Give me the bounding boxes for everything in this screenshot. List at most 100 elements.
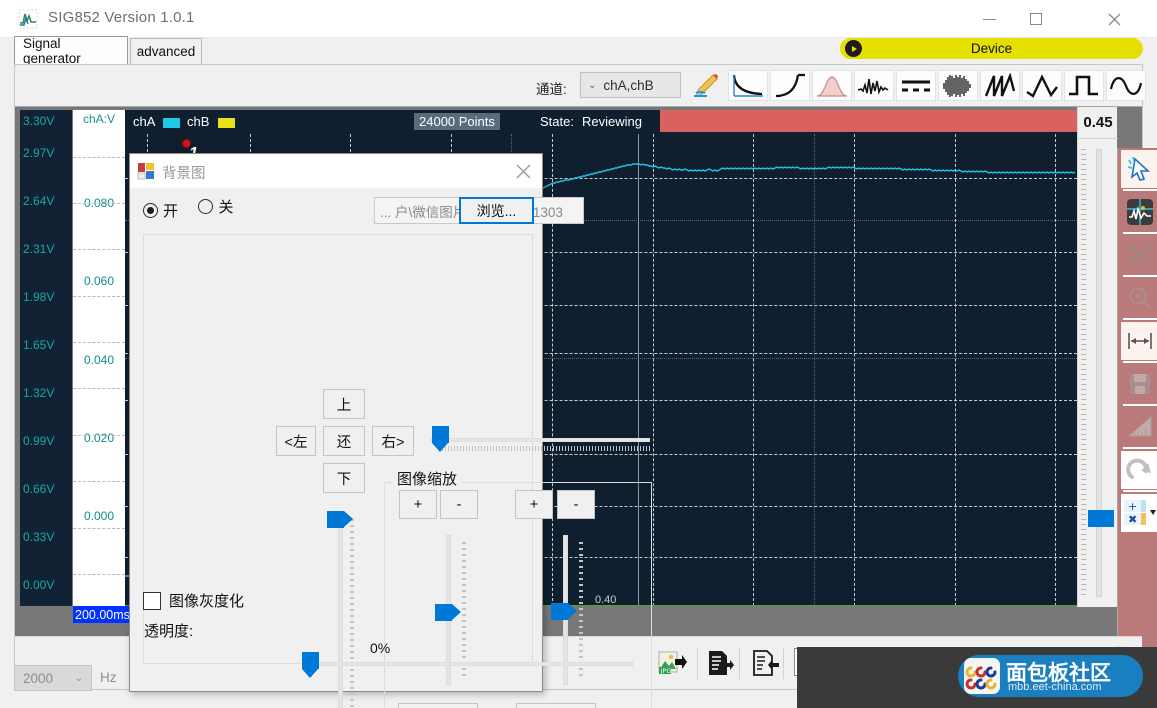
zoom-x-plus-button[interactable]: + [399,490,437,519]
background-toggle-radios: 开 关 [143,196,249,222]
zoom-y-thumb[interactable] [551,603,577,620]
zoom-x-ticks [462,542,466,680]
x-axis-reset-button[interactable]: X轴还原 [398,703,478,708]
grayscale-label: 图像灰度化 [169,593,245,610]
dashed-line-icon[interactable] [896,70,936,101]
vertical-scroll-thumb[interactable] [1088,510,1114,527]
window-title: SIG852 Version 1.0.1 [48,9,195,26]
zoom-x-minus-button[interactable]: - [440,490,478,519]
vertical-scale-ticks [1081,149,1086,597]
redo-arrow-icon[interactable] [1121,451,1157,489]
radio-on[interactable]: 开 [143,200,178,221]
application-window: SIG852 Version 1.0.1 Signal generator ad… [0,0,1157,708]
pencil-edit-icon[interactable] [686,70,726,101]
tab-advanced[interactable]: advanced [130,38,202,64]
add-remove-icon[interactable]: + ✖ [1121,494,1157,532]
y-axis-reset-button[interactable]: Y轴还原 [516,703,596,708]
voltage-axis: 3.30V 2.97V 2.64V 2.31V 1.98V 1.65V 1.32… [20,110,72,606]
svg-text:+: + [1128,500,1137,513]
chpanel-tick: 0.020 [83,431,115,445]
transparency-label: 透明度: [144,623,194,640]
horizontal-position-track[interactable] [430,438,650,442]
browse-button[interactable]: 浏览... [459,197,534,224]
vaxis-tick: 2.97V [23,146,55,160]
vaxis-tick: 0.00V [23,578,55,592]
tab-advanced-label: advanced [136,44,196,59]
dialog-title-bar: 背景图 [130,154,542,188]
frequency-unit: Hz [100,670,117,685]
device-banner[interactable]: Device [840,38,1143,59]
vaxis-tick: 1.32V [23,386,55,400]
channel-select-value: chA,chB [603,77,654,93]
move-right-button[interactable]: 右> [372,426,414,456]
minimize-button[interactable] [966,0,1012,38]
watermark-pill: 面包板社区 mbb.eet-china.com [958,655,1143,697]
move-reset-button[interactable]: 还 [323,426,365,456]
export-jpg-icon[interactable]: JPG [655,647,689,679]
move-down-button[interactable]: 下 [323,463,365,493]
import-document-icon[interactable] [748,647,782,679]
save-floppy-icon[interactable] [1121,365,1157,403]
horizontal-measure-icon[interactable] [1121,322,1157,360]
move-up-button[interactable]: 上 [323,389,365,419]
horizontal-position-thumb[interactable] [432,426,449,452]
close-button[interactable] [1091,0,1137,38]
chpanel-tick: 0.000 [83,509,115,523]
waveform-measure-icon[interactable] [1121,193,1157,231]
channel-label: 通道: [536,82,567,97]
radio-off[interactable]: 关 [198,196,233,217]
frequency-select[interactable]: 2000 ⌄ [14,665,92,691]
tab-signal-generator[interactable]: Signal generator [14,36,128,66]
vertical-position-track[interactable] [338,519,343,708]
expand-arrows-icon[interactable] [1121,236,1157,274]
zoom-y-minus-button[interactable]: - [557,490,595,519]
chpanel-tick: 0.040 [83,353,115,367]
triangle-wave-icon[interactable] [1022,70,1062,101]
square-wave-icon[interactable] [1064,70,1104,101]
image-zoom-group-label: 图像缩放 [392,468,463,489]
noise-burst-icon[interactable] [854,70,894,101]
dialog-title: 背景图 [162,166,206,182]
move-left-button[interactable]: <左 [276,426,316,456]
transparency-thumb[interactable] [302,652,319,678]
sine-wave-icon[interactable] [1106,70,1146,101]
chevron-down-icon: ⌄ [588,79,597,91]
svg-text:JPG: JPG [660,667,672,675]
falling-exponential-icon[interactable] [728,70,768,101]
maximize-button[interactable] [1013,0,1059,38]
grayscale-checkbox-row[interactable]: 图像灰度化 [143,590,244,611]
chevron-down-icon: ⌄ [74,672,83,684]
channel-select[interactable]: ⌄ chA,chB [580,72,681,98]
dialog-close-button[interactable] [512,161,534,181]
zoom-y-plus-button[interactable]: + [515,490,553,519]
grayscale-checkbox[interactable] [143,591,161,610]
right-toolbar: + ✖ [1117,148,1157,678]
app-waveform-icon [18,9,38,29]
vaxis-tick: 2.64V [23,194,55,208]
transparency-track[interactable] [315,662,633,666]
export-document-icon[interactable] [703,647,737,679]
ruler-icon[interactable] [1121,408,1157,446]
sawtooth-icon[interactable] [980,70,1020,101]
vaxis-tick: 1.65V [23,338,55,352]
plot-scroll-column: 0.45 [1077,107,1118,607]
device-play-icon [845,40,862,57]
transparency-value: 0% [370,640,391,656]
channel-value-panel: chA:V 0.080 0.060 0.040 0.020 0.000 [73,110,125,606]
radio-on-indicator [143,203,158,218]
zoom-in-icon[interactable] [1121,279,1157,317]
horizontal-position-ticks [439,446,651,451]
vaxis-tick: 0.66V [23,482,55,496]
vaxis-tick: 1.98V [23,290,55,304]
plot-value-readout: 0.45 [1078,107,1118,139]
background-image-dialog: 背景图 开 关 ... 户\微信图片_202112201303 浏览... [129,153,652,708]
radio-off-label: 关 [218,199,234,216]
gaussian-pulse-icon[interactable] [812,70,852,101]
rising-exponential-icon[interactable] [770,70,810,101]
vertical-scroll-track[interactable] [1088,149,1114,597]
am-modulation-icon[interactable] [938,70,978,101]
zoom-x-thumb[interactable] [435,604,461,621]
cursor-select-icon[interactable] [1121,150,1157,188]
device-banner-label: Device [970,41,1013,56]
vertical-position-thumb[interactable] [327,511,353,528]
